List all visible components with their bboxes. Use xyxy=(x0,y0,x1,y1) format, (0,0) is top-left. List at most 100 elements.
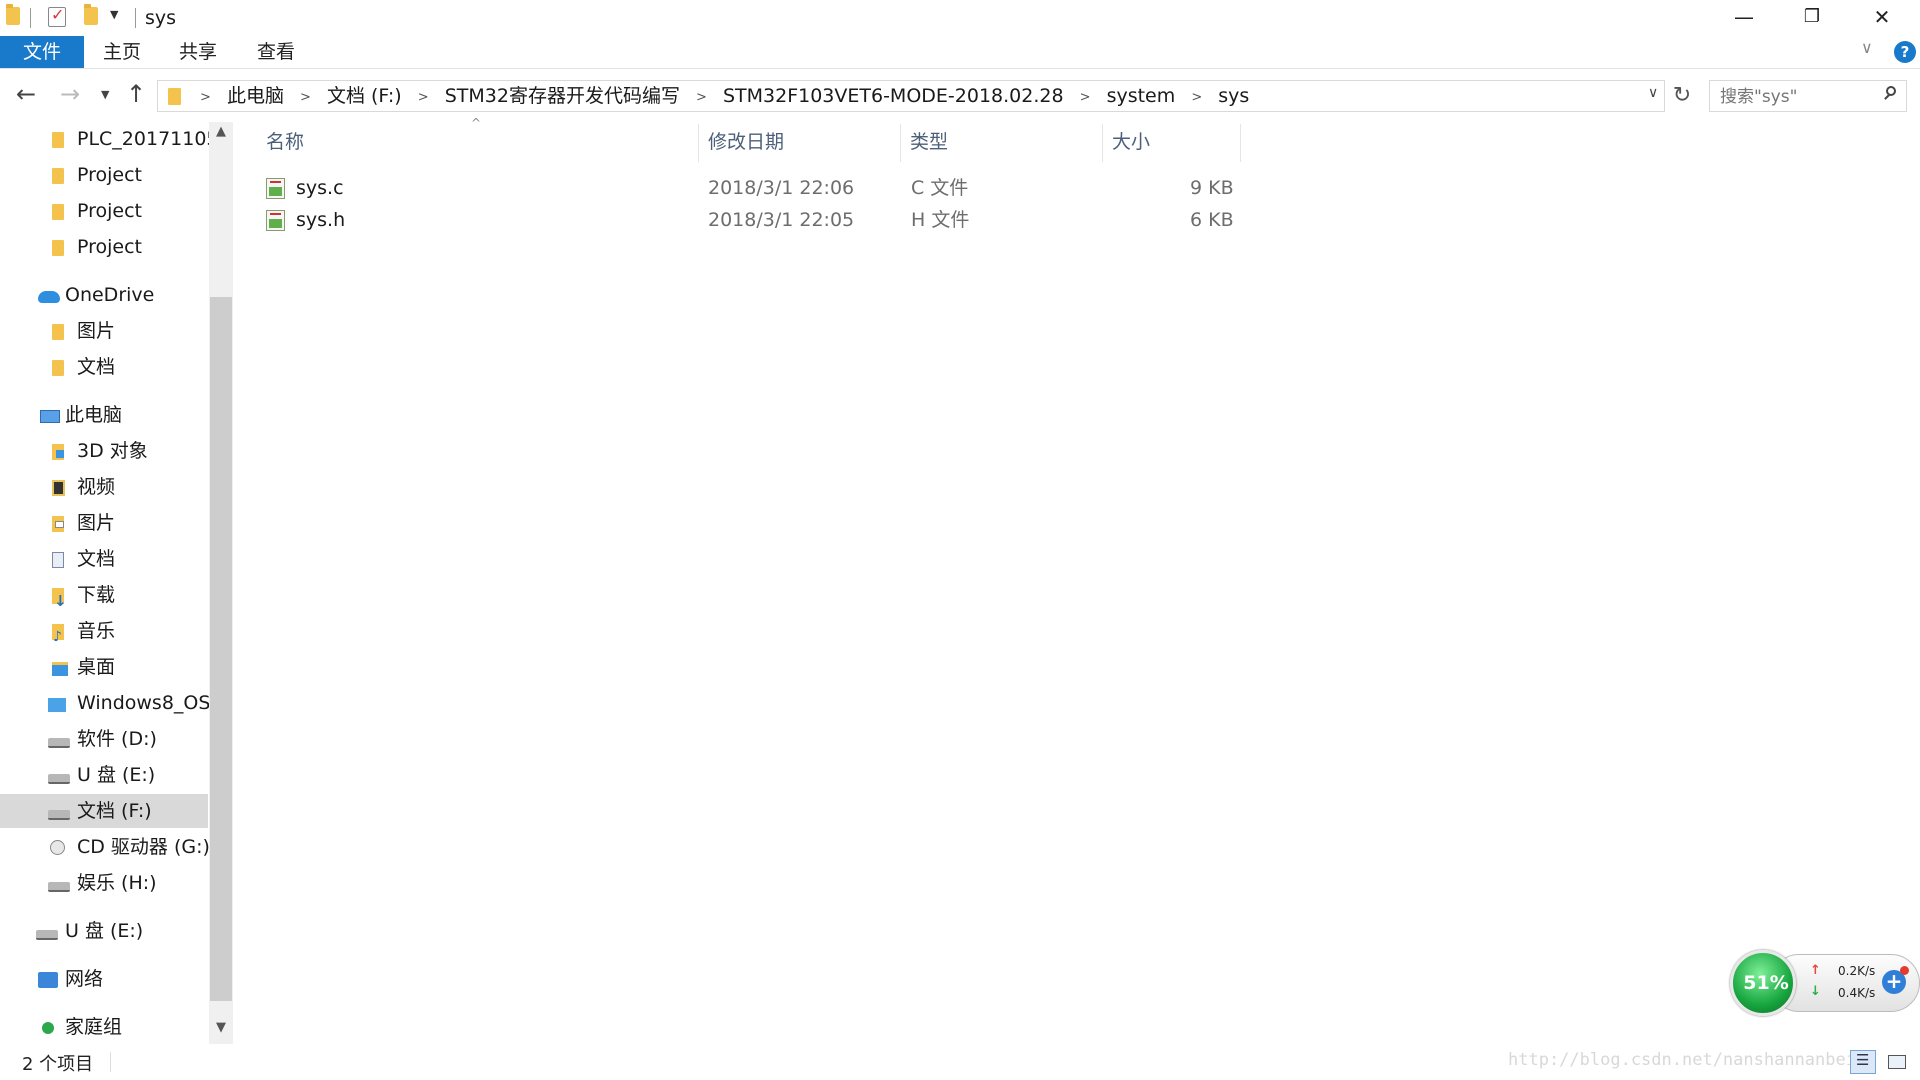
recent-locations-icon[interactable]: ▼ xyxy=(101,88,109,101)
tab-share[interactable]: 共享 xyxy=(168,36,228,68)
restore-button[interactable]: ❐ xyxy=(1782,0,1842,34)
nav-item-onedrive[interactable]: OneDrive xyxy=(0,278,208,312)
nav-item-label: 文档 xyxy=(77,356,116,378)
close-button[interactable]: ✕ xyxy=(1852,0,1912,34)
nav-item-windows8-os[interactable]: Windows8_OS ( xyxy=(0,686,210,720)
downloads-icon xyxy=(52,584,67,618)
address-bar[interactable]: > 此电脑 > 文档 (F:) > STM32寄存器开发代码编写 > STM32… xyxy=(157,80,1665,112)
nav-item-documents[interactable]: 文档 xyxy=(0,542,208,576)
large-icons-view-icon[interactable] xyxy=(1884,1050,1910,1074)
column-header-date[interactable]: 修改日期 xyxy=(708,122,898,162)
nav-item-pictures[interactable]: 图片 xyxy=(0,506,208,540)
download-speed: 0.4K/s xyxy=(1838,986,1876,1000)
nav-item-drive-d[interactable]: 软件 (D:) xyxy=(0,722,208,756)
column-divider[interactable] xyxy=(1240,124,1241,162)
folder-icon xyxy=(52,324,64,340)
folder-icon[interactable] xyxy=(6,4,20,25)
nav-item-drive-e[interactable]: U 盘 (E:) xyxy=(0,758,208,792)
search-input[interactable] xyxy=(1718,84,1872,110)
column-header-size[interactable]: 大小 xyxy=(1112,122,1238,162)
memory-usage-orb[interactable]: 51% xyxy=(1730,950,1796,1016)
breadcrumb-stm32-folder[interactable]: STM32寄存器开发代码编写 xyxy=(445,85,680,107)
scroll-up-icon[interactable]: ▲ xyxy=(209,124,233,139)
notification-dot-icon xyxy=(1900,966,1909,975)
c-source-file-icon xyxy=(266,178,285,199)
chevron-down-icon[interactable]: ∨ xyxy=(1648,85,1658,101)
minimize-button[interactable]: — xyxy=(1714,0,1774,34)
tab-view[interactable]: 查看 xyxy=(246,36,306,68)
breadcrumb: > 此电脑 > 文档 (F:) > STM32寄存器开发代码编写 > STM32… xyxy=(190,81,1249,111)
up-icon[interactable]: ↑ xyxy=(126,80,146,108)
window-title: sys xyxy=(145,7,177,29)
folder-icon xyxy=(52,204,64,220)
tab-file[interactable]: 文件 xyxy=(0,36,84,68)
file-row-sys-h[interactable]: sys.h 2018/3/1 22:05 H 文件 6 KB xyxy=(258,204,1238,236)
search-box[interactable] xyxy=(1709,80,1907,112)
nav-item-3d-objects[interactable]: 3D 对象 xyxy=(0,434,208,468)
nav-item-drive-g[interactable]: CD 驱动器 (G:) xyxy=(0,830,210,864)
nav-item-drive-f[interactable]: 文档 (F:) xyxy=(0,794,208,828)
forward-icon[interactable]: → xyxy=(60,80,80,108)
nav-item-plc-20171105[interactable]: PLC_20171105 xyxy=(0,122,210,156)
chevron-right-icon[interactable]: > xyxy=(200,83,211,113)
scrollbar-thumb[interactable] xyxy=(210,297,232,1001)
column-header-name[interactable]: 名称 xyxy=(266,122,696,162)
nav-item-homegroup[interactable]: 家庭组 xyxy=(0,1010,208,1044)
folder-icon xyxy=(168,88,181,105)
chevron-right-icon[interactable]: > xyxy=(300,83,311,113)
file-row-sys-c[interactable]: sys.c 2018/3/1 22:06 C 文件 9 KB xyxy=(258,172,1238,204)
watermark-text: http://blog.csdn.net/nanshannanbei xyxy=(1508,1050,1856,1070)
nav-item-label: 家庭组 xyxy=(65,1016,123,1038)
nav-item-downloads[interactable]: 下载 xyxy=(0,578,208,618)
scroll-down-icon[interactable]: ▼ xyxy=(209,1020,233,1035)
help-icon[interactable]: ? xyxy=(1894,41,1916,63)
column-header-type[interactable]: 类型 xyxy=(910,122,1100,162)
breadcrumb-mode-folder[interactable]: STM32F103VET6-MODE-2018.02.28 xyxy=(723,85,1064,107)
back-icon[interactable]: ← xyxy=(16,80,36,108)
nav-item-label: OneDrive xyxy=(65,284,155,306)
file-size: 9 KB xyxy=(1190,177,1234,199)
chevron-right-icon[interactable]: > xyxy=(1080,83,1091,113)
nav-scrollbar[interactable]: ▲ ▼ xyxy=(209,122,233,1044)
network-speed-widget[interactable]: 51% ↑ 0.2K/s ↓ 0.4K/s + xyxy=(1730,950,1920,1016)
documents-icon xyxy=(52,552,64,568)
chevron-right-icon[interactable]: > xyxy=(418,83,429,113)
folder-icon xyxy=(52,132,64,148)
file-date: 2018/3/1 22:05 xyxy=(708,209,855,231)
tab-home[interactable]: 主页 xyxy=(92,36,152,68)
nav-item-network[interactable]: 网络 xyxy=(0,962,208,996)
column-divider[interactable] xyxy=(1102,124,1103,162)
nav-item-onedrive-documents[interactable]: 文档 xyxy=(0,350,208,384)
nav-item-onedrive-pictures[interactable]: 图片 xyxy=(0,314,208,348)
nav-item-project-3[interactable]: Project xyxy=(0,230,208,264)
cd-drive-icon xyxy=(50,840,65,855)
nav-item-project-1[interactable]: Project xyxy=(0,158,208,192)
nav-item-music[interactable]: 音乐 xyxy=(0,614,208,654)
nav-item-project-2[interactable]: Project xyxy=(0,194,208,228)
search-icon[interactable] xyxy=(1884,86,1898,100)
nav-item-desktop[interactable]: 桌面 xyxy=(0,650,208,684)
column-divider[interactable] xyxy=(698,124,699,162)
nav-item-this-pc[interactable]: 此电脑 xyxy=(0,398,208,432)
file-size: 6 KB xyxy=(1190,209,1234,231)
column-divider[interactable] xyxy=(900,124,901,162)
nav-item-usb-e[interactable]: U 盘 (E:) xyxy=(0,914,208,948)
chevron-right-icon[interactable]: > xyxy=(1191,83,1202,113)
customize-toolbar-icon[interactable]: ▼ xyxy=(110,8,118,21)
nav-item-label: 音乐 xyxy=(77,620,116,642)
breadcrumb-sys[interactable]: sys xyxy=(1218,85,1249,107)
file-date: 2018/3/1 22:06 xyxy=(708,177,855,199)
breadcrumb-this-pc[interactable]: 此电脑 xyxy=(227,85,284,107)
breadcrumb-drive-f[interactable]: 文档 (F:) xyxy=(327,85,402,107)
new-folder-icon[interactable] xyxy=(84,4,98,25)
nav-item-label: 软件 (D:) xyxy=(77,728,157,750)
nav-item-drive-h[interactable]: 娱乐 (H:) xyxy=(0,866,208,900)
ribbon-expand-icon[interactable]: ∨ xyxy=(1861,38,1873,57)
refresh-icon[interactable]: ↻ xyxy=(1668,80,1696,112)
nav-item-videos[interactable]: 视频 xyxy=(0,470,208,504)
chevron-right-icon[interactable]: > xyxy=(696,83,707,113)
breadcrumb-system[interactable]: system xyxy=(1107,85,1176,107)
nav-item-label: 视频 xyxy=(77,476,116,498)
details-view-icon[interactable] xyxy=(1850,1050,1876,1074)
properties-icon[interactable] xyxy=(48,5,66,27)
